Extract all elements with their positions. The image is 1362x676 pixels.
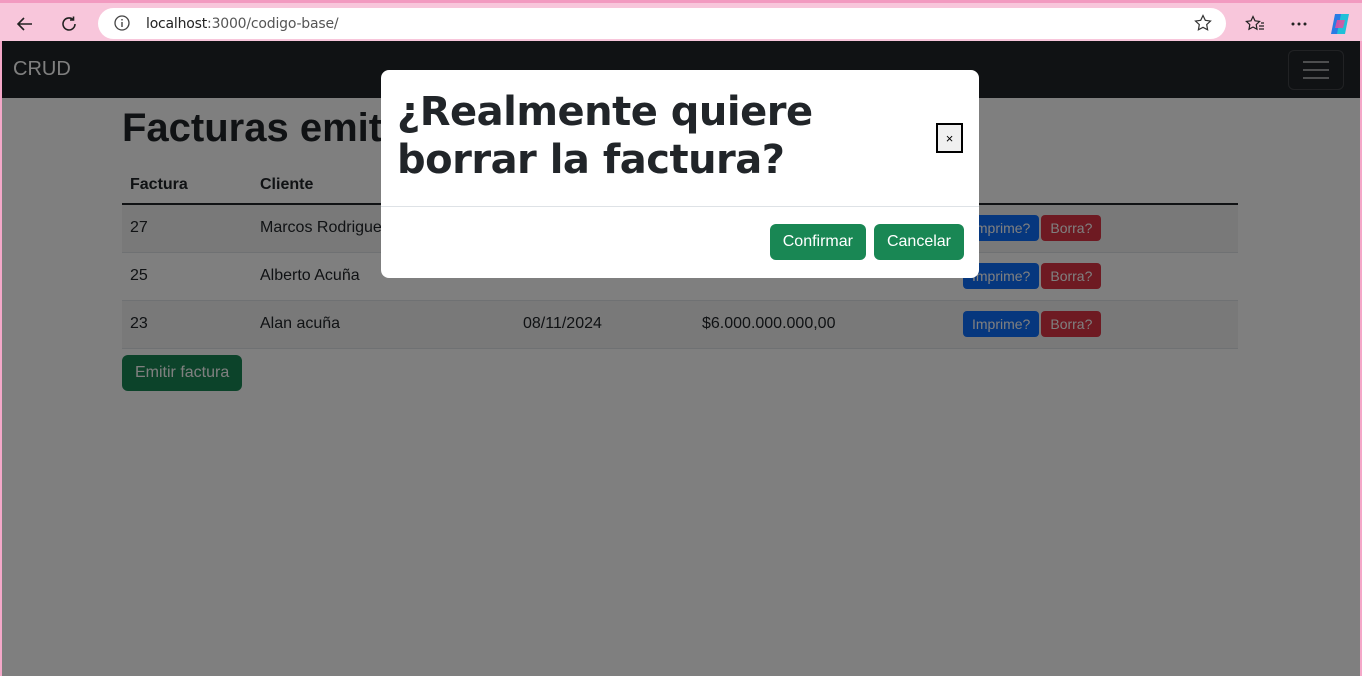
- modal-header: ¿Realmente quiere borrar la factura? ×: [381, 70, 979, 207]
- close-icon[interactable]: ×: [936, 123, 963, 153]
- back-arrow-icon[interactable]: [10, 9, 40, 39]
- browser-toolbar: localhost:3000/codigo-base/: [0, 0, 1362, 41]
- address-bar[interactable]: localhost:3000/codigo-base/: [98, 8, 1226, 39]
- more-options-icon[interactable]: [1284, 9, 1314, 39]
- copilot-icon[interactable]: [1325, 9, 1355, 39]
- reload-icon[interactable]: [54, 9, 84, 39]
- favorite-star-icon[interactable]: [1194, 14, 1212, 37]
- modal-title: ¿Realmente quiere borrar la factura?: [397, 89, 813, 183]
- confirm-delete-modal: ¿Realmente quiere borrar la factura? × C…: [381, 70, 979, 278]
- modal-footer: Confirmar Cancelar: [769, 224, 964, 260]
- page-viewport: CRUD Facturas emitidas Factura Cliente 2…: [2, 41, 1360, 676]
- url-text: localhost:3000/codigo-base/: [146, 16, 339, 32]
- favorites-icon[interactable]: [1240, 9, 1270, 39]
- cancel-button[interactable]: Cancelar: [873, 224, 964, 260]
- confirm-button[interactable]: Confirmar: [769, 224, 866, 260]
- site-info-icon[interactable]: [114, 15, 130, 36]
